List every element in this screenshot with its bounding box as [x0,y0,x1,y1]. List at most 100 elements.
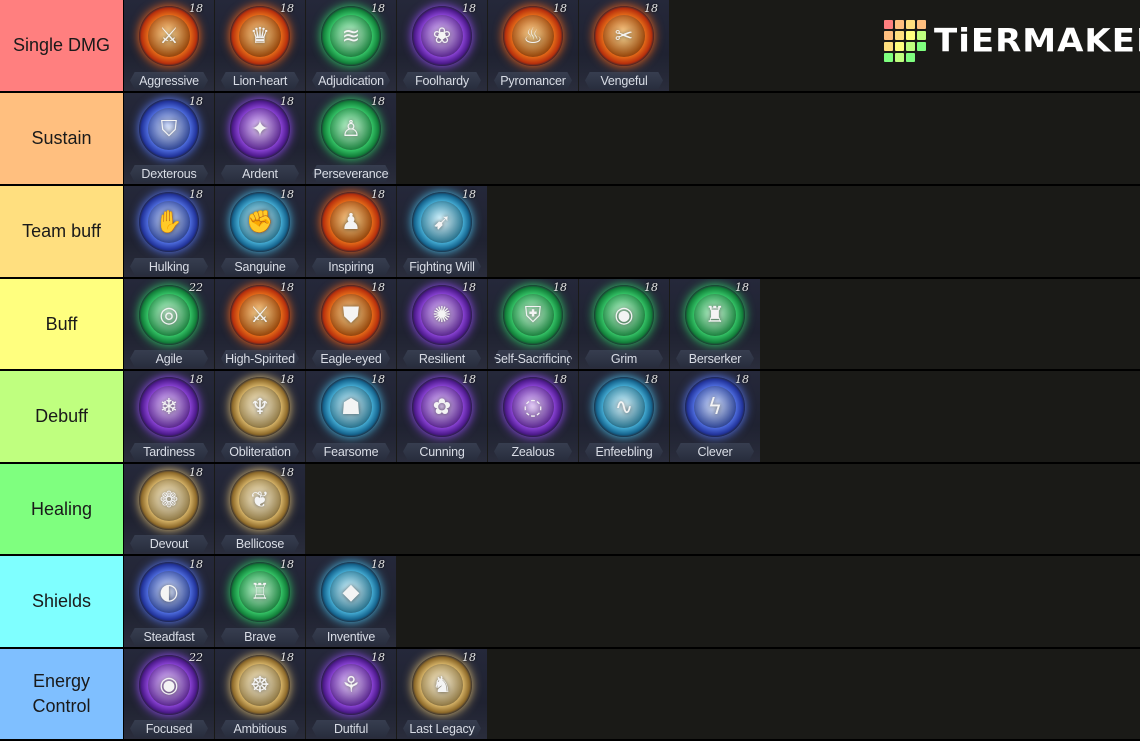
skill-level-badge: 22 [189,281,203,294]
skill-name: Pyromancer [500,73,566,88]
skill-orb: ⛨ [503,285,563,345]
tier-label[interactable]: Team buff [0,186,124,277]
skill-name: Aggressive [139,73,199,88]
serpent-icon: ∿ [614,394,634,420]
tier-item[interactable]: ❄ 18 Tardiness [124,371,214,462]
tier-item[interactable]: ◉ 22 Focused [124,649,214,739]
helm-icon: ⛊ [342,302,360,328]
tier-item[interactable]: ⛉ 18 Dexterous [124,93,214,184]
tier-item[interactable]: ⚔ 18 High-Spirited [215,279,305,369]
name-plate: Tardiness [130,443,208,460]
name-plate: Cunning [403,443,481,460]
tier-item[interactable]: ☸ 18 Ambitious [215,649,305,739]
tier-item[interactable]: ☗ 18 Fearsome [306,371,396,462]
warrior-icon: ♜ [705,302,725,328]
skill-level-badge: 18 [735,281,749,294]
tier-row: Team buff ✋ 18 Hulking ✊ 18 Sanguine ♟ 18 Inspiri… [0,186,1140,279]
skill-name: Hulking [148,259,190,274]
skill-orb: ◉ [594,285,654,345]
skill-orb: ✊ [230,192,290,252]
name-plate: Aggressive [130,72,208,89]
name-plate: Inventive [312,628,390,645]
tier-label[interactable]: Energy Control [0,649,124,739]
skill-level-badge: 18 [462,373,476,386]
skill-level-badge: 18 [189,95,203,108]
tier-item[interactable]: ✋ 18 Hulking [124,186,214,277]
tier-item[interactable]: ∿ 18 Enfeebling [579,371,669,462]
tier-item[interactable]: ◉ 18 Grim [579,279,669,369]
tier-item[interactable]: ♆ 18 Obliteration [215,371,305,462]
skill-orb: ♜ [685,285,745,345]
name-plate: Focused [130,720,208,737]
tier-item[interactable]: ⛨ 18 Self-Sacrificing [488,279,578,369]
skill-name: Foolhardy [415,73,469,88]
logo-grid-cell [906,31,915,40]
tier-item[interactable]: ❀ 18 Foolhardy [397,0,487,91]
tier-items: ⛉ 18 Dexterous ✦ 18 Ardent ♙ 18 Perseverance [124,93,1140,184]
skill-level-badge: 22 [189,651,203,664]
creature-icon: ❀ [432,23,452,49]
skill-orb: ➹ [412,192,472,252]
name-plate: Pyromancer [494,72,572,89]
tier-item[interactable]: ⚔ 18 Aggressive [124,0,214,91]
skill-orb: ◌ [503,377,563,437]
tier-item[interactable]: ♙ 18 Perseverance [306,93,396,184]
skill-level-badge: 18 [462,651,476,664]
tier-item[interactable]: ◐ 18 Steadfast [124,556,214,647]
soldiers-icon: ♖ [250,579,270,605]
tier-item[interactable]: ♟ 18 Inspiring [306,186,396,277]
name-plate: Fighting Will [403,258,481,275]
tier-item[interactable]: ❦ 18 Bellicose [215,464,305,554]
tier-item[interactable]: ⚘ 18 Dutiful [306,649,396,739]
skill-level-badge: 18 [371,2,385,15]
tier-item[interactable]: ⛊ 18 Eagle-eyed [306,279,396,369]
tier-label[interactable]: Healing [0,464,124,554]
crest-icon: ✦ [250,116,270,142]
wheel-icon: ☸ [250,672,270,698]
name-plate: Dutiful [312,720,390,737]
tier-label[interactable]: Debuff [0,371,124,462]
tier-item[interactable]: ✂ 18 Vengeful [579,0,669,91]
tier-item[interactable]: ◆ 18 Inventive [306,556,396,647]
skill-orb: ϟ [685,377,745,437]
skill-name: Brave [244,629,276,644]
tier-item[interactable]: ✊ 18 Sanguine [215,186,305,277]
tier-item[interactable]: ✦ 18 Ardent [215,93,305,184]
tier-item[interactable]: ϟ 18 Clever [670,371,760,462]
tier-item[interactable]: ♞ 18 Last Legacy [397,649,487,739]
tier-item[interactable]: ◎ 22 Agile [124,279,214,369]
skill-orb: ⚔ [139,6,199,66]
skill-name: Inventive [326,629,376,644]
skill-level-badge: 18 [553,373,567,386]
tier-item[interactable]: ♖ 18 Brave [215,556,305,647]
tier-item[interactable]: ♨ 18 Pyromancer [488,0,578,91]
skill-orb: ⛊ [321,285,381,345]
tier-item[interactable]: ♜ 18 Berserker [670,279,760,369]
skill-level-badge: 18 [280,558,294,571]
tier-item[interactable]: ❁ 18 Devout [124,464,214,554]
crown-icon: ♛ [250,23,270,49]
name-plate: High-Spirited [221,350,299,367]
skill-orb: ✂ [594,6,654,66]
tier-label[interactable]: Buff [0,279,124,369]
tier-row: Energy Control ◉ 22 Focused ☸ 18 Ambitious ⚘ 18 D… [0,649,1140,741]
crossed-swords-icon: ⚔ [250,302,270,328]
skill-name: Steadfast [143,629,195,644]
tier-item[interactable]: ◌ 18 Zealous [488,371,578,462]
name-plate: Eagle-eyed [312,350,390,367]
tier-label[interactable]: Sustain [0,93,124,184]
skill-name: Zealous [511,444,555,459]
skill-name: Vengeful [600,73,648,88]
tier-label[interactable]: Single DMG [0,0,124,91]
tier-item[interactable]: ✺ 18 Resilient [397,279,487,369]
sword-icon: ⚔ [159,23,179,49]
tier-label[interactable]: Shields [0,556,124,647]
skill-name: Sanguine [234,259,286,274]
tier-item[interactable]: ✿ 18 Cunning [397,371,487,462]
figure-icon: ♙ [341,116,361,142]
skill-level-badge: 18 [189,373,203,386]
tier-item[interactable]: ≋ 18 Adjudication [306,0,396,91]
skill-orb: ≋ [321,6,381,66]
tier-item[interactable]: ➹ 18 Fighting Will [397,186,487,277]
tier-item[interactable]: ♛ 18 Lion-heart [215,0,305,91]
